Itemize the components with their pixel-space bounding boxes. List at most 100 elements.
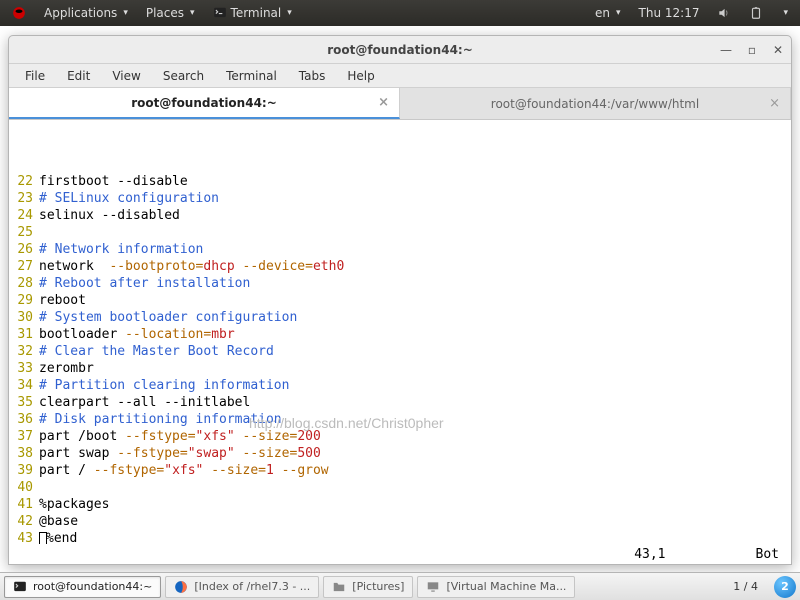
code-text: network --bootproto=dhcp --device=eth0 <box>39 258 791 275</box>
code-line: 30# System bootloader configuration <box>9 309 791 326</box>
line-number: 22 <box>9 173 39 190</box>
code-text: %packages <box>39 496 791 513</box>
code-text: reboot <box>39 292 791 309</box>
tab-terminal-1[interactable]: root@foundation44:~ × <box>9 88 400 119</box>
code-text: zerombr <box>39 360 791 377</box>
vim-status-line: 43,1 Bot <box>9 544 791 564</box>
window-maximize-button[interactable]: ▫ <box>745 43 759 57</box>
code-text <box>39 224 791 241</box>
task-terminal[interactable]: root@foundation44:~ <box>4 576 161 598</box>
folder-icon <box>332 580 346 594</box>
line-number: 39 <box>9 462 39 479</box>
vm-icon <box>426 580 440 594</box>
menu-help[interactable]: Help <box>339 67 382 85</box>
code-text: firstboot --disable <box>39 173 791 190</box>
line-number: 24 <box>9 207 39 224</box>
titlebar[interactable]: root@foundation44:~ — ▫ ✕ <box>9 36 791 64</box>
tab-close-2[interactable]: × <box>769 96 780 111</box>
code-text: # System bootloader configuration <box>39 309 791 326</box>
code-text: # Network information <box>39 241 791 258</box>
editor-viewport[interactable]: http://blog.csdn.net/Christ0pher 22first… <box>9 120 791 544</box>
code-line: 39part / --fstype="xfs" --size=1 --grow <box>9 462 791 479</box>
gnome-top-panel: Applications▾ Places▾ Terminal▾ en▾ Thu … <box>0 0 800 26</box>
window-close-button[interactable]: ✕ <box>771 43 785 57</box>
line-number: 28 <box>9 275 39 292</box>
line-number: 31 <box>9 326 39 343</box>
code-text: selinux --disabled <box>39 207 791 224</box>
tab-close-1[interactable]: × <box>378 95 389 110</box>
task-files[interactable]: [Pictures] <box>323 576 413 598</box>
task-virt-manager[interactable]: [Virtual Machine Ma... <box>417 576 575 598</box>
code-line: 25 <box>9 224 791 241</box>
menu-terminal[interactable]: Terminal <box>218 67 285 85</box>
code-line: 26# Network information <box>9 241 791 258</box>
panel-battery[interactable] <box>743 4 769 22</box>
code-line: 31bootloader --location=mbr <box>9 326 791 343</box>
code-line: 42@base <box>9 513 791 530</box>
panel-clock[interactable]: Thu 12:17 <box>633 4 706 22</box>
panel-launcher-terminal[interactable]: Terminal▾ <box>207 4 298 22</box>
menu-tabs[interactable]: Tabs <box>291 67 334 85</box>
panel-volume[interactable] <box>711 4 737 22</box>
tab-terminal-2[interactable]: root@foundation44:/var/www/html × <box>400 88 791 119</box>
distro-logo[interactable] <box>6 4 32 22</box>
line-number: 26 <box>9 241 39 258</box>
menu-applications[interactable]: Applications▾ <box>38 4 134 22</box>
code-text: # Partition clearing information <box>39 377 791 394</box>
status-cursor-position: 43,1 <box>634 547 665 562</box>
gnome-bottom-panel: root@foundation44:~ [Index of /rhel7.3 -… <box>0 572 800 600</box>
line-number: 30 <box>9 309 39 326</box>
line-number: 33 <box>9 360 39 377</box>
menu-view[interactable]: View <box>104 67 148 85</box>
line-number: 25 <box>9 224 39 241</box>
speaker-icon <box>717 6 731 20</box>
window-minimize-button[interactable]: — <box>719 43 733 57</box>
menu-file[interactable]: File <box>17 67 53 85</box>
code-line: 29reboot <box>9 292 791 309</box>
code-line: 38part swap --fstype="swap" --size=500 <box>9 445 791 462</box>
line-number: 40 <box>9 479 39 496</box>
menu-places[interactable]: Places▾ <box>140 4 201 22</box>
line-number: 32 <box>9 343 39 360</box>
code-text: part / --fstype="xfs" --size=1 --grow <box>39 462 791 479</box>
code-line: 24selinux --disabled <box>9 207 791 224</box>
line-number: 23 <box>9 190 39 207</box>
line-number: 43 <box>9 530 39 544</box>
panel-language-indicator[interactable]: en▾ <box>589 4 627 22</box>
firefox-icon <box>174 580 188 594</box>
tray-notification-badge[interactable]: 2 <box>774 576 796 598</box>
menubar: File Edit View Search Terminal Tabs Help <box>9 64 791 88</box>
line-number: 38 <box>9 445 39 462</box>
code-line: 37part /boot --fstype="xfs" --size=200 <box>9 428 791 445</box>
code-text: @base <box>39 513 791 530</box>
menu-edit[interactable]: Edit <box>59 67 98 85</box>
workspace-switcher[interactable]: 1 / 4 <box>727 580 764 593</box>
line-number: 27 <box>9 258 39 275</box>
line-number: 37 <box>9 428 39 445</box>
code-text <box>39 479 791 496</box>
panel-power[interactable]: ▾ <box>775 6 794 20</box>
code-text: # Disk partitioning information <box>39 411 791 428</box>
code-text: # Clear the Master Boot Record <box>39 343 791 360</box>
code-line: 23# SELinux configuration <box>9 190 791 207</box>
code-line: 33zerombr <box>9 360 791 377</box>
code-text: %end <box>39 530 791 544</box>
line-number: 41 <box>9 496 39 513</box>
menu-search[interactable]: Search <box>155 67 212 85</box>
code-line: 22firstboot --disable <box>9 173 791 190</box>
code-line: 35clearpart --all --initlabel <box>9 394 791 411</box>
terminal-icon <box>213 6 227 20</box>
code-text: # Reboot after installation <box>39 275 791 292</box>
line-number: 29 <box>9 292 39 309</box>
task-firefox[interactable]: [Index of /rhel7.3 - ... <box>165 576 319 598</box>
code-line: 32# Clear the Master Boot Record <box>9 343 791 360</box>
code-text: part /boot --fstype="xfs" --size=200 <box>39 428 791 445</box>
code-text: bootloader --location=mbr <box>39 326 791 343</box>
battery-icon <box>749 6 763 20</box>
line-number: 35 <box>9 394 39 411</box>
code-line: 36# Disk partitioning information <box>9 411 791 428</box>
terminal-window: root@foundation44:~ — ▫ ✕ File Edit View… <box>8 35 792 565</box>
code-text: part swap --fstype="swap" --size=500 <box>39 445 791 462</box>
code-line: 34# Partition clearing information <box>9 377 791 394</box>
terminal-icon <box>13 580 27 594</box>
